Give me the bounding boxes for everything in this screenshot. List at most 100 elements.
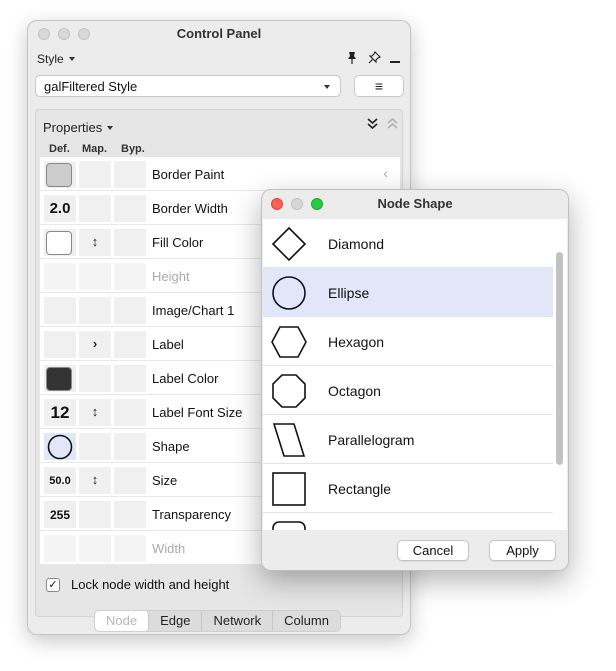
- default-value-cell: [44, 535, 76, 562]
- parallelogram-shape-icon: [272, 423, 306, 457]
- shape-option-ellipse[interactable]: Ellipse: [263, 268, 553, 317]
- bypass-cell: [114, 535, 146, 562]
- cancel-button[interactable]: Cancel: [397, 540, 469, 561]
- default-value: 50.0: [49, 475, 71, 487]
- default-value: 2.0: [49, 200, 71, 217]
- bypass-cell[interactable]: [114, 501, 146, 528]
- default-value-cell[interactable]: [44, 365, 76, 392]
- tab-node[interactable]: Node: [95, 611, 150, 631]
- shape-label: Diamond: [328, 236, 385, 252]
- caret-down-icon: [324, 85, 330, 89]
- collapse-all-icon[interactable]: [367, 118, 378, 132]
- property-name: Height: [152, 269, 190, 284]
- shape-option-diamond[interactable]: Diamond: [263, 219, 553, 268]
- mapping-cell[interactable]: [79, 433, 111, 460]
- default-value-cell[interactable]: [44, 433, 76, 460]
- octagon-shape-icon: [272, 374, 306, 408]
- shape-option-parallelogram[interactable]: Parallelogram: [263, 415, 553, 464]
- rectangle-shape-icon: [272, 472, 306, 506]
- column-header-byp: Byp.: [121, 143, 145, 155]
- property-name: Image/Chart 1: [152, 303, 235, 318]
- color-swatch: [46, 231, 72, 255]
- titlebar: Control Panel: [28, 21, 410, 47]
- shape-label: Octagon: [328, 383, 381, 399]
- property-name: Label Color: [152, 371, 219, 386]
- bypass-cell[interactable]: [114, 399, 146, 426]
- property-row-border-paint[interactable]: Border Paint ‹: [40, 157, 400, 191]
- shape-label: Rectangle: [328, 481, 392, 497]
- expand-all-icon[interactable]: [387, 117, 398, 132]
- style-menu[interactable]: Style: [37, 52, 75, 66]
- ellipse-shape-icon: [47, 434, 73, 460]
- bypass-cell[interactable]: [114, 297, 146, 324]
- pushpin-icon[interactable]: [368, 51, 381, 67]
- bypass-cell[interactable]: [114, 433, 146, 460]
- bypass-cell[interactable]: [114, 331, 146, 358]
- mapping-cell[interactable]: [79, 501, 111, 528]
- default-value: 12: [50, 403, 70, 422]
- shape-option-hexagon[interactable]: Hexagon: [263, 317, 553, 366]
- property-name: Width: [152, 541, 186, 556]
- dialog-title: Node Shape: [377, 196, 453, 211]
- shape-option-rectangle[interactable]: Rectangle: [263, 464, 553, 513]
- hamburger-icon: ≡: [374, 78, 384, 94]
- bypass-cell[interactable]: [114, 467, 146, 494]
- default-value-cell[interactable]: 12: [44, 399, 76, 426]
- lock-width-height-label: Lock node width and height: [71, 577, 230, 592]
- panel-tabs: Node Edge Network Column: [94, 610, 341, 632]
- shape-option-partial[interactable]: [263, 513, 553, 530]
- ellipse-shape-icon: [272, 276, 306, 310]
- property-name: Size: [152, 473, 178, 488]
- default-value-cell[interactable]: [44, 297, 76, 324]
- mapping-cell[interactable]: [79, 195, 111, 222]
- minimize-panel-icon[interactable]: [390, 61, 400, 63]
- bypass-cell[interactable]: [114, 229, 146, 256]
- column-header-def: Def.: [49, 143, 70, 155]
- caret-down-icon: [107, 126, 114, 130]
- mapping-cell[interactable]: [79, 365, 111, 392]
- pin-icon[interactable]: [346, 51, 358, 67]
- diamond-shape-icon: [271, 226, 307, 262]
- mapping-cell: [79, 535, 111, 562]
- chevron-left-icon[interactable]: ‹: [383, 165, 388, 181]
- properties-title: Properties: [43, 120, 103, 135]
- tab-column[interactable]: Column: [273, 611, 340, 631]
- default-value-cell[interactable]: [44, 331, 76, 358]
- property-name: Shape: [152, 439, 190, 454]
- properties-menu[interactable]: Properties: [43, 120, 114, 135]
- tab-network[interactable]: Network: [202, 611, 274, 631]
- shape-list: Diamond Ellipse Hexagon Octagon Parallel…: [263, 219, 567, 530]
- shape-label: Ellipse: [328, 285, 370, 301]
- bypass-cell[interactable]: [114, 365, 146, 392]
- shape-list-scrollbar[interactable]: [556, 252, 563, 465]
- default-value-cell[interactable]: 50.0: [44, 467, 76, 494]
- default-value-cell[interactable]: [44, 229, 76, 256]
- shape-label: Hexagon: [328, 334, 385, 350]
- mapping-cell[interactable]: [79, 161, 111, 188]
- property-name: Label: [152, 337, 184, 352]
- bypass-cell[interactable]: [114, 161, 146, 188]
- bypass-cell[interactable]: [114, 195, 146, 222]
- property-name: Fill Color: [152, 235, 204, 250]
- lock-width-height-checkbox[interactable]: ✓: [46, 578, 60, 592]
- style-select-value: galFiltered Style: [44, 79, 138, 94]
- style-menu-label: Style: [37, 52, 64, 66]
- tab-edge[interactable]: Edge: [149, 611, 203, 631]
- mapping-cell[interactable]: ↕: [79, 467, 111, 494]
- mapping-cell: [79, 263, 111, 290]
- style-select[interactable]: galFiltered Style: [35, 75, 341, 97]
- options-menu-button[interactable]: ≡: [354, 75, 404, 97]
- style-header: Style: [28, 49, 410, 71]
- default-value-cell[interactable]: 2.0: [44, 195, 76, 222]
- shape-option-octagon[interactable]: Octagon: [263, 366, 553, 415]
- default-value-cell[interactable]: 255: [44, 501, 76, 528]
- lock-width-height-row: ✓ Lock node width and height: [40, 570, 400, 600]
- mapping-cell[interactable]: ↕: [79, 399, 111, 426]
- apply-button[interactable]: Apply: [489, 540, 556, 561]
- mapping-cell[interactable]: ›: [79, 331, 111, 358]
- bypass-cell: [114, 263, 146, 290]
- mapping-cell[interactable]: [79, 297, 111, 324]
- continuous-mapping-icon: ↕: [91, 472, 99, 487]
- mapping-cell[interactable]: ↕: [79, 229, 111, 256]
- default-value-cell[interactable]: [44, 161, 76, 188]
